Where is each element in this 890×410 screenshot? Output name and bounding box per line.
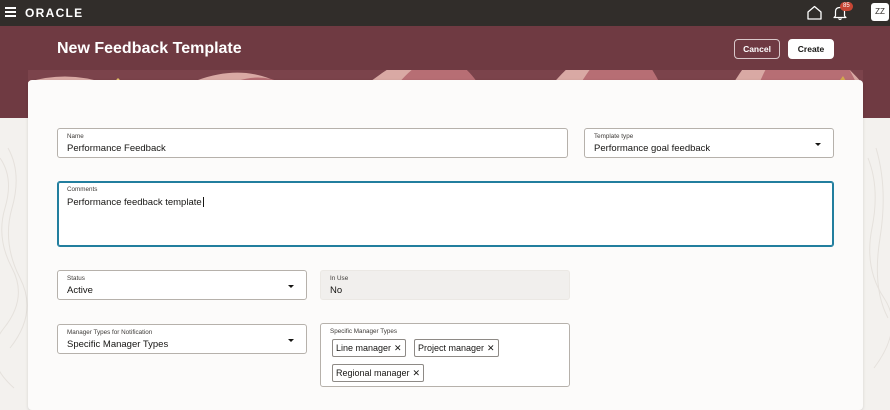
chip-line-manager[interactable]: Line manager ✕ bbox=[332, 339, 406, 357]
chevron-down-icon[interactable] bbox=[815, 143, 821, 146]
manager-types-notification-value: Specific Manager Types bbox=[67, 339, 169, 350]
user-avatar[interactable]: ZZ bbox=[871, 3, 889, 21]
template-type-value: Performance goal feedback bbox=[594, 143, 711, 154]
close-icon[interactable]: ✕ bbox=[394, 343, 402, 354]
text-cursor bbox=[202, 197, 204, 208]
close-icon[interactable]: ✕ bbox=[413, 368, 421, 379]
name-label: Name bbox=[67, 133, 84, 140]
create-button[interactable]: Create bbox=[788, 39, 834, 59]
in-use-value: No bbox=[330, 285, 343, 296]
menu-icon[interactable] bbox=[5, 7, 16, 17]
name-value: Performance Feedback bbox=[67, 143, 166, 154]
comments-field[interactable]: Comments Performance feedback template bbox=[57, 181, 834, 247]
template-type-label: Template type bbox=[594, 133, 634, 140]
in-use-field: In Use No bbox=[320, 270, 570, 300]
status-label: Status bbox=[67, 275, 85, 282]
in-use-label: In Use bbox=[330, 275, 349, 282]
chip-regional-manager[interactable]: Regional manager ✕ bbox=[332, 364, 425, 382]
template-type-select[interactable]: Template type Performance goal feedback bbox=[584, 128, 834, 158]
specific-manager-types-field[interactable]: Specific Manager Types Line manager ✕ Pro… bbox=[320, 323, 570, 387]
comments-label: Comments bbox=[67, 186, 98, 193]
comments-text-wrap: Performance feedback template bbox=[67, 197, 204, 208]
chip-project-manager[interactable]: Project manager ✕ bbox=[414, 339, 499, 357]
manager-types-notification-label: Manager Types for Notification bbox=[67, 329, 153, 336]
cancel-button[interactable]: Cancel bbox=[734, 39, 780, 59]
page-title: New Feedback Template bbox=[57, 40, 242, 57]
close-icon[interactable]: ✕ bbox=[487, 343, 495, 354]
chip-label: Regional manager bbox=[336, 368, 410, 378]
form-card: Name Performance Feedback Template type … bbox=[28, 80, 863, 410]
chip-label: Project manager bbox=[418, 343, 485, 353]
comments-value: Performance feedback template bbox=[67, 197, 202, 208]
status-value: Active bbox=[67, 285, 93, 296]
chevron-down-icon[interactable] bbox=[288, 339, 294, 342]
notification-badge: 85 bbox=[840, 2, 853, 11]
oracle-logo[interactable]: ORACLE bbox=[25, 6, 83, 20]
chip-label: Line manager bbox=[336, 343, 392, 353]
manager-types-notification-select[interactable]: Manager Types for Notification Specific … bbox=[57, 324, 307, 354]
home-icon[interactable] bbox=[806, 4, 823, 21]
status-select[interactable]: Status Active bbox=[57, 270, 307, 300]
name-field[interactable]: Name Performance Feedback bbox=[57, 128, 568, 158]
top-bar: ORACLE 85 ZZ bbox=[0, 0, 890, 26]
specific-manager-types-label: Specific Manager Types bbox=[330, 328, 398, 335]
chevron-down-icon[interactable] bbox=[288, 285, 294, 288]
